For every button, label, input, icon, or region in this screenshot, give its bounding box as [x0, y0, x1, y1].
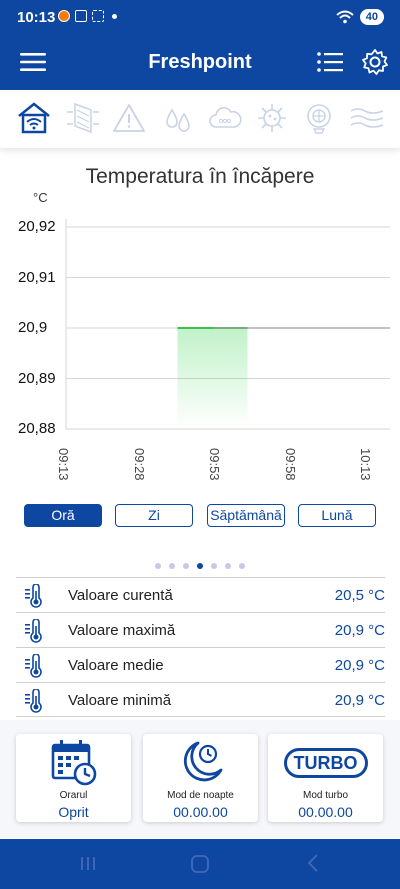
turbo-icon: TURBO: [283, 748, 368, 778]
thermometer-icon: [24, 653, 44, 683]
stat-row: Valoare maximă 20,9 °C: [16, 612, 385, 647]
y-tick-label: 20,88: [18, 420, 56, 437]
y-tick-label: 20,92: [18, 218, 56, 235]
series-area-fill: [177, 328, 248, 429]
y-tick-label: 20,91: [18, 268, 56, 286]
x-tick-label: 09:53: [207, 448, 222, 481]
range-button[interactable]: Lună: [298, 504, 376, 527]
range-button[interactable]: Zi: [115, 504, 193, 527]
stat-label: Valoare maximă: [68, 622, 176, 639]
status-bar: 10:13 40: [0, 0, 400, 36]
page-dot[interactable]: [225, 563, 231, 569]
x-tick-label: 09:13: [56, 448, 71, 481]
stat-label: Valoare medie: [68, 657, 164, 674]
co2-cloud-icon[interactable]: [207, 100, 243, 136]
night-mode-card[interactable]: Mod de noapte 00.00.00: [143, 734, 258, 822]
stat-value: 20,9 °C: [334, 657, 385, 674]
page-dot[interactable]: [183, 563, 189, 569]
stat-value: 20,9 °C: [334, 622, 385, 639]
x-tick-label: 09:28: [131, 448, 147, 481]
page-dot[interactable]: [155, 563, 161, 569]
home-wifi-icon[interactable]: [16, 100, 52, 136]
humidity-icon[interactable]: [160, 100, 196, 136]
fan-filter-icon[interactable]: [301, 100, 337, 136]
notification-app-icon: [58, 10, 70, 22]
system-nav-bar: [0, 839, 400, 889]
range-button[interactable]: Săptămână: [207, 504, 285, 527]
heat-exchanger-icon[interactable]: [65, 100, 101, 136]
stat-value: 20,9 °C: [334, 692, 385, 709]
night-mode-value: 00.00.00: [173, 804, 228, 820]
page-indicator: [0, 563, 400, 569]
chart-y-unit: °C: [33, 190, 48, 205]
page-dot[interactable]: [211, 563, 217, 569]
warning-icon[interactable]: [111, 100, 147, 136]
turbo-mode-value: 00.00.00: [298, 804, 353, 820]
app-bar: Freshpoint: [0, 36, 400, 90]
range-button[interactable]: Oră: [24, 504, 102, 527]
stat-row: Valoare minimă 20,9 °C: [16, 682, 385, 717]
stat-label: Valoare curentă: [68, 587, 173, 604]
thermometer-icon: [24, 688, 44, 718]
recent-apps-icon[interactable]: [78, 853, 98, 873]
y-tick-label: 20,89: [18, 369, 56, 387]
thermometer-icon: [24, 583, 44, 613]
page-dot[interactable]: [169, 563, 175, 569]
airflow-waves-icon[interactable]: [349, 100, 385, 136]
stat-label: Valoare minimă: [68, 692, 172, 709]
screenshot-icon: [75, 10, 87, 22]
schedule-card[interactable]: Orarul Oprit: [16, 734, 131, 822]
no-sim-icon: [92, 10, 104, 22]
turbo-mode-label: Mod turbo: [302, 790, 349, 801]
schedule-label: Orarul: [59, 790, 88, 801]
x-tick-label: 09:58: [282, 448, 298, 481]
back-icon[interactable]: [304, 853, 322, 873]
status-time: 10:13: [17, 9, 56, 26]
settings-gear-icon[interactable]: [361, 48, 389, 76]
thermometer-icon: [24, 618, 44, 648]
stat-value: 20,5 °C: [334, 587, 385, 604]
list-icon[interactable]: [316, 50, 344, 74]
x-tick-label: 10:13: [358, 448, 373, 481]
page-dot[interactable]: [197, 563, 203, 569]
schedule-value: Oprit: [58, 804, 89, 820]
more-notifications-icon: [112, 13, 117, 19]
stat-row: Valoare curentă 20,5 °C: [16, 577, 385, 612]
wifi-icon: [336, 10, 354, 24]
calendar-clock-icon: [51, 740, 96, 786]
battery-indicator: 40: [359, 9, 384, 25]
night-mode-label: Mod de noapte: [167, 790, 234, 801]
y-tick-label: 20,9: [18, 319, 48, 336]
turbo-mode-card[interactable]: TURBO Mod turbo 00.00.00: [268, 734, 383, 822]
stat-row: Valoare medie 20,9 °C: [16, 647, 385, 682]
home-button-icon[interactable]: [189, 853, 211, 875]
function-tab-bar: [0, 90, 400, 148]
virus-icon[interactable]: [254, 100, 290, 136]
moon-clock-icon: [183, 741, 222, 782]
chart-title: Temperatura în încăpere: [85, 165, 315, 188]
page-dot[interactable]: [239, 563, 245, 569]
